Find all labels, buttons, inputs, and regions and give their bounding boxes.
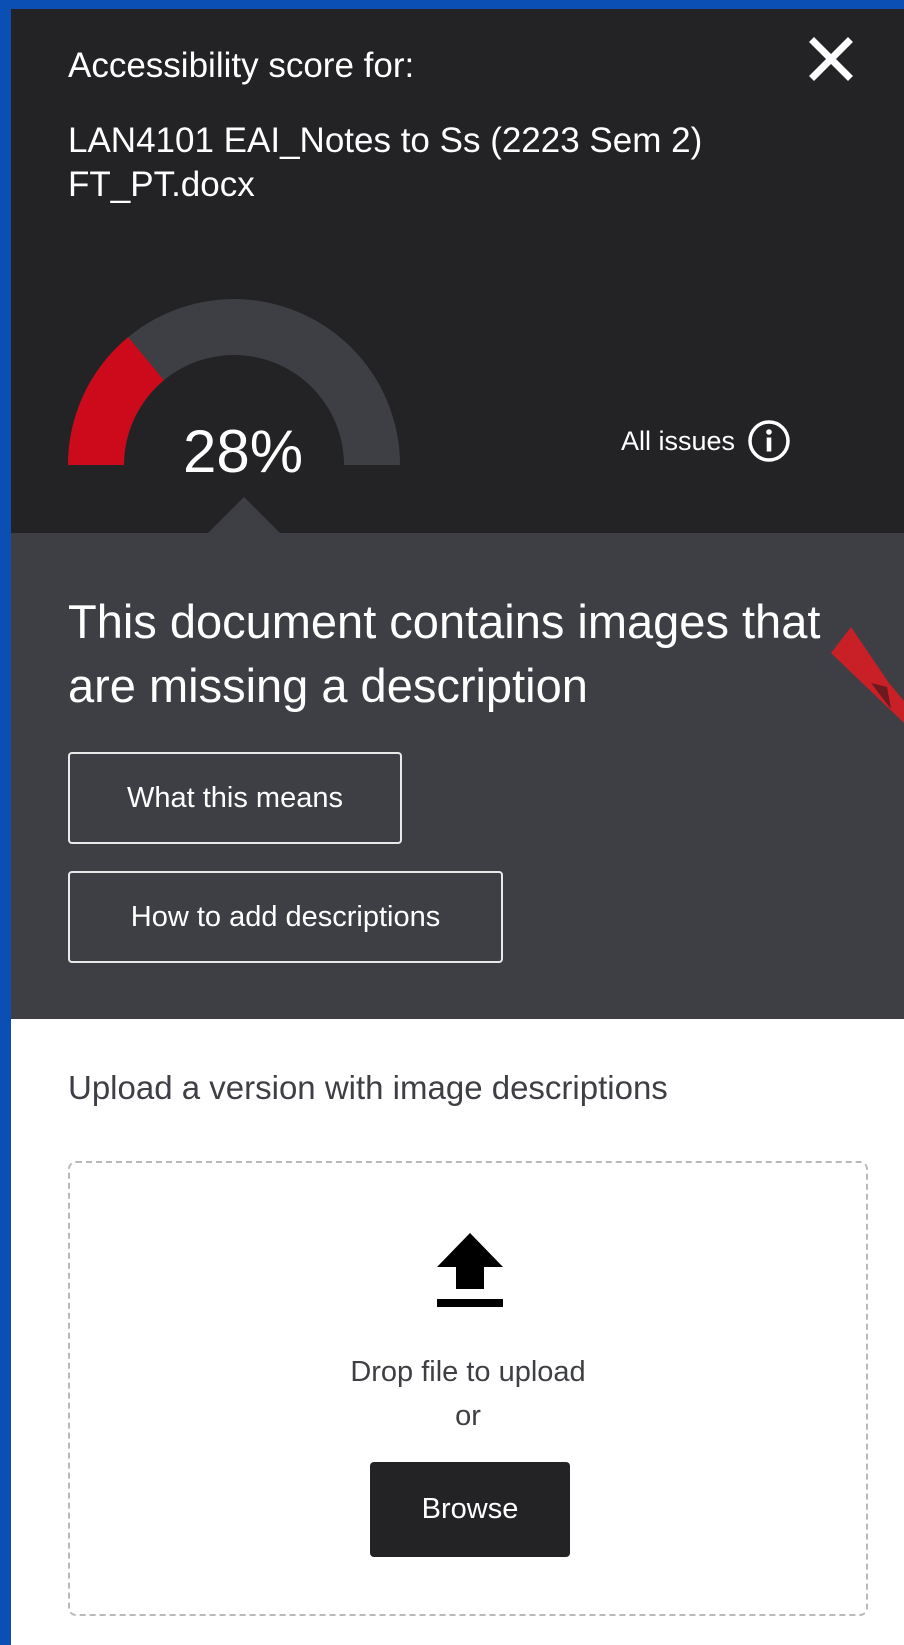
drop-file-text: Drop file to upload [350, 1356, 586, 1388]
score-gauge: 28% [68, 299, 428, 485]
accessibility-score-panel: Accessibility score for: LAN4101 EAI_Not… [11, 9, 904, 1645]
browse-button[interactable]: Browse [370, 1462, 570, 1557]
or-text: or [455, 1400, 481, 1432]
callout-pointer [207, 497, 281, 534]
score-subtitle: Accessibility score for: [68, 46, 415, 85]
info-icon [748, 420, 790, 462]
all-issues-label: All issues [621, 426, 736, 456]
upload-icon [437, 1233, 503, 1307]
issue-panel: This document contains images that are m… [11, 533, 904, 1019]
file-dropzone[interactable]: Drop file to upload or Browse [68, 1161, 868, 1616]
close-icon [809, 37, 853, 81]
score-header: Accessibility score for: LAN4101 EAI_Not… [11, 9, 904, 534]
issue-title: This document contains images that are m… [68, 595, 821, 712]
what-this-means-button[interactable]: What this means [68, 752, 402, 844]
red-annotation-mark [831, 627, 904, 723]
score-value: 28% [183, 418, 304, 485]
how-to-add-descriptions-button[interactable]: How to add descriptions [68, 871, 503, 963]
document-filename: LAN4101 EAI_Notes to Ss (2223 Sem 2) FT_… [68, 121, 703, 204]
close-button[interactable] [801, 29, 861, 89]
all-issues-link[interactable]: All issues [621, 417, 791, 465]
upload-label: Upload a version with image descriptions [68, 1069, 668, 1106]
